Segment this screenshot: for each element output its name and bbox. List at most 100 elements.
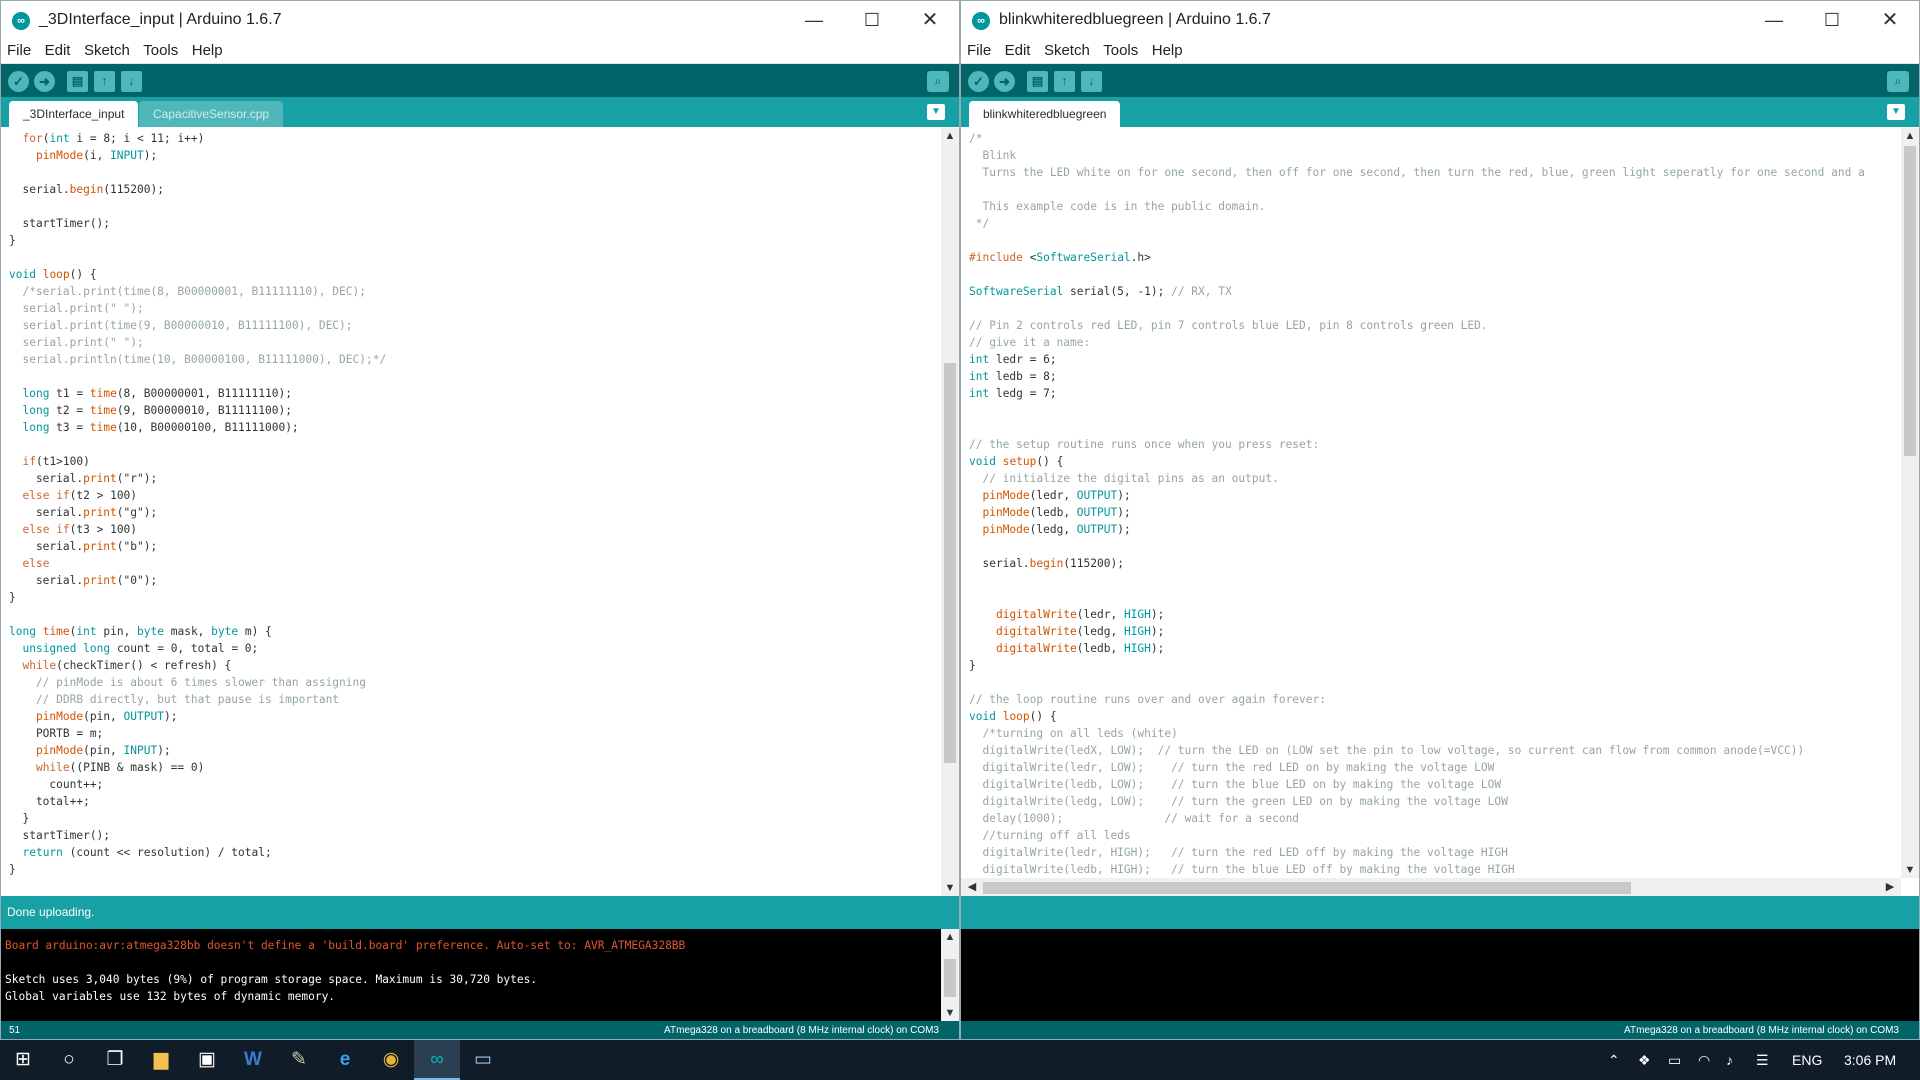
open-sketch-icon[interactable]: ↑: [1054, 71, 1075, 92]
scroll-up-icon[interactable]: ▲: [941, 931, 959, 943]
action-center-icon[interactable]: ☰: [1756, 1040, 1769, 1080]
status-message: Done uploading.: [7, 905, 95, 919]
battery-icon[interactable]: ▭: [1668, 1040, 1681, 1080]
menu-sketch[interactable]: Sketch: [1044, 39, 1090, 63]
taskbar: ⊞ ○ ❐ ▆ ▣ W ✎ e ◉ ∞ ▭ ⌃ ❖ ▭ ◠ ♪ ☰ ENG 3:…: [0, 1040, 1920, 1080]
console-output[interactable]: [961, 929, 1919, 1021]
console-error-line: Board arduino:avr:atmega328bb doesn't de…: [5, 939, 686, 952]
line-number: 51: [9, 1025, 21, 1036]
notepad-icon[interactable]: ✎: [276, 1040, 322, 1080]
maximize-button[interactable]: ☐: [1803, 1, 1861, 39]
tab-3dinterface-input[interactable]: _3DInterface_input: [9, 101, 139, 127]
save-sketch-icon[interactable]: ↓: [121, 71, 142, 92]
scroll-down-icon[interactable]: ▼: [941, 1007, 959, 1019]
menu-file[interactable]: File: [967, 39, 991, 63]
board-info: ATmega328 on a breadboard (8 MHz interna…: [664, 1025, 939, 1036]
toolbar: ✓ ➜ ▤ ↑ ↓ ⌕: [1, 64, 959, 97]
scroll-down-icon[interactable]: ▼: [941, 882, 959, 894]
menu-file[interactable]: File: [7, 39, 31, 63]
menu-edit[interactable]: Edit: [1005, 39, 1031, 63]
tab-menu-icon[interactable]: ▼: [1887, 104, 1905, 120]
menu-help[interactable]: Help: [192, 39, 223, 63]
scroll-thumb[interactable]: [983, 882, 1631, 894]
word-icon[interactable]: W: [230, 1040, 276, 1080]
menu-edit[interactable]: Edit: [45, 39, 71, 63]
cortana-icon[interactable]: ○: [46, 1040, 92, 1080]
scroll-thumb[interactable]: [944, 959, 956, 997]
verify-icon[interactable]: ✓: [968, 71, 989, 92]
tray-chevron-icon[interactable]: ⌃: [1608, 1040, 1620, 1080]
code-editor[interactable]: for(int i = 8; i < 11; i++) pinMode(i, I…: [1, 128, 941, 896]
new-sketch-icon[interactable]: ▤: [67, 71, 88, 92]
edge-icon[interactable]: e: [322, 1040, 368, 1080]
code-editor[interactable]: /* Blink Turns the LED white on for one …: [961, 128, 1901, 878]
chrome-icon[interactable]: ◉: [368, 1040, 414, 1080]
tab-blinkwhiteredbluegreen[interactable]: blinkwhiteredbluegreen: [969, 101, 1121, 127]
serial-monitor-icon[interactable]: ⌕: [927, 71, 949, 92]
upload-icon[interactable]: ➜: [994, 71, 1015, 92]
windows-start-icon[interactable]: ⊞: [0, 1040, 46, 1080]
window-title: _3DInterface_input | Arduino 1.6.7: [39, 11, 282, 28]
store-icon[interactable]: ▣: [184, 1040, 230, 1080]
window-title: blinkwhiteredbluegreen | Arduino 1.6.7: [999, 11, 1271, 28]
menu-help[interactable]: Help: [1152, 39, 1183, 63]
wifi-icon[interactable]: ◠: [1698, 1040, 1710, 1080]
editor-vertical-scrollbar[interactable]: ▲ ▼: [941, 128, 959, 896]
arduino-icon: ∞: [972, 12, 990, 30]
menu-bar: File Edit Sketch Tools Help: [961, 39, 1919, 64]
language-indicator[interactable]: ENG: [1792, 1040, 1822, 1080]
scroll-thumb[interactable]: [1904, 146, 1916, 456]
serial-monitor-icon[interactable]: ⌕: [1887, 71, 1909, 92]
tabs-bar: blinkwhiteredbluegreen ▼: [961, 97, 1919, 127]
status-bar: Done uploading.: [1, 896, 959, 929]
menu-sketch[interactable]: Sketch: [84, 39, 130, 63]
close-button[interactable]: ✕: [1861, 1, 1919, 39]
arduino-icon[interactable]: ∞: [414, 1040, 460, 1080]
scroll-down-icon[interactable]: ▼: [1901, 864, 1919, 876]
console-line: Global variables use 132 bytes of dynami…: [5, 990, 336, 1003]
new-sketch-icon[interactable]: ▤: [1027, 71, 1048, 92]
close-button[interactable]: ✕: [901, 1, 959, 39]
task-view-icon[interactable]: ❐: [92, 1040, 138, 1080]
dropbox-icon[interactable]: ❖: [1638, 1040, 1651, 1080]
scroll-left-icon[interactable]: ◀: [963, 880, 981, 893]
footer-bar: 51 ATmega328 on a breadboard (8 MHz inte…: [1, 1021, 959, 1039]
console-line: Sketch uses 3,040 bytes (9%) of program …: [5, 973, 538, 986]
tab-capacitive-sensor[interactable]: CapacitiveSensor.cpp: [139, 101, 284, 127]
console-output[interactable]: Board arduino:avr:atmega328bb doesn't de…: [1, 929, 959, 1021]
tab-menu-icon[interactable]: ▼: [927, 104, 945, 120]
scroll-up-icon[interactable]: ▲: [1901, 130, 1919, 142]
minimize-button[interactable]: —: [785, 1, 843, 39]
tabs-bar: _3DInterface_input CapacitiveSensor.cpp …: [1, 97, 959, 127]
arduino-icon: ∞: [12, 12, 30, 30]
scroll-right-icon[interactable]: ▶: [1881, 880, 1899, 893]
code-text[interactable]: /* Blink Turns the LED white on for one …: [961, 128, 1901, 878]
editor-horizontal-scrollbar[interactable]: ◀ ▶: [961, 878, 1901, 896]
maximize-button[interactable]: ☐: [843, 1, 901, 39]
volume-icon[interactable]: ♪: [1726, 1040, 1733, 1080]
status-bar: [961, 896, 1919, 929]
scroll-thumb[interactable]: [944, 363, 956, 763]
title-bar[interactable]: ∞ blinkwhiteredbluegreen | Arduino 1.6.7…: [961, 1, 1919, 39]
console-scrollbar[interactable]: ▲ ▼: [941, 929, 959, 1021]
clock[interactable]: 3:06 PM: [1844, 1040, 1896, 1080]
title-bar[interactable]: ∞ _3DInterface_input | Arduino 1.6.7 — ☐…: [1, 1, 959, 39]
save-sketch-icon[interactable]: ↓: [1081, 71, 1102, 92]
board-info: ATmega328 on a breadboard (8 MHz interna…: [1624, 1025, 1899, 1036]
file-explorer-icon[interactable]: ▆: [138, 1040, 184, 1080]
code-text[interactable]: for(int i = 8; i < 11; i++) pinMode(i, I…: [1, 128, 941, 878]
arduino-window-right: ∞ blinkwhiteredbluegreen | Arduino 1.6.7…: [960, 0, 1920, 1040]
editor-vertical-scrollbar[interactable]: ▲ ▼: [1901, 128, 1919, 878]
verify-icon[interactable]: ✓: [8, 71, 29, 92]
arduino-window-left: ∞ _3DInterface_input | Arduino 1.6.7 — ☐…: [0, 0, 960, 1040]
toolbar: ✓ ➜ ▤ ↑ ↓ ⌕: [961, 64, 1919, 97]
open-sketch-icon[interactable]: ↑: [94, 71, 115, 92]
footer-bar: ATmega328 on a breadboard (8 MHz interna…: [961, 1021, 1919, 1039]
scroll-up-icon[interactable]: ▲: [941, 130, 959, 142]
app-window-icon[interactable]: ▭: [460, 1040, 506, 1080]
minimize-button[interactable]: —: [1745, 1, 1803, 39]
menu-tools[interactable]: Tools: [1103, 39, 1138, 63]
menu-tools[interactable]: Tools: [143, 39, 178, 63]
upload-icon[interactable]: ➜: [34, 71, 55, 92]
menu-bar: File Edit Sketch Tools Help: [1, 39, 959, 64]
